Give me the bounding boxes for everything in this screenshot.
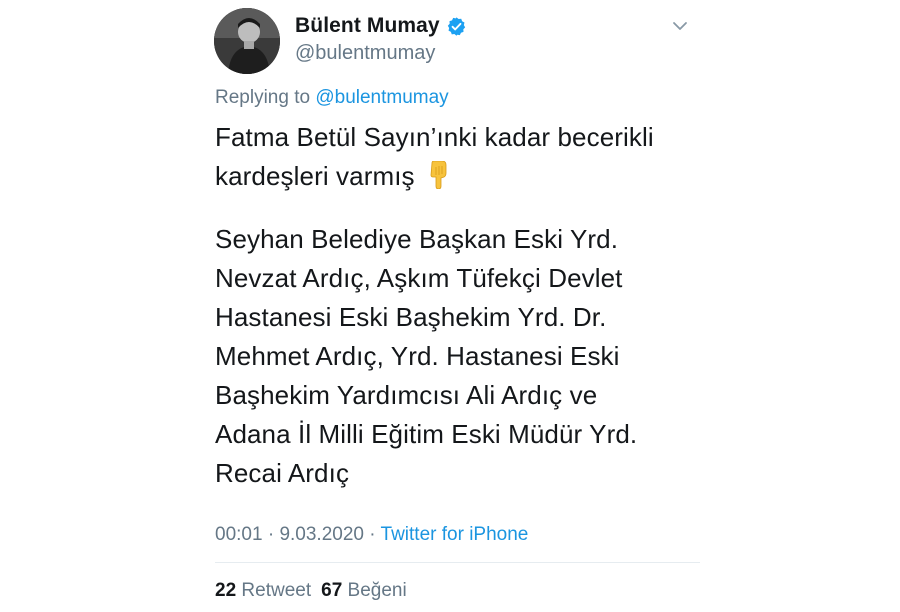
tweet-text: Fatma Betül Sayın’ınki kadar becerikli k…	[215, 118, 695, 493]
like-count: 67	[321, 580, 343, 601]
author-display-name[interactable]: Bülent Mumay	[295, 14, 440, 38]
tweet-line: Seyhan Belediye Başkan Eski Yrd.	[215, 224, 619, 254]
retweet-label: Retweet	[241, 580, 312, 601]
tweet-date[interactable]: 9.03.2020	[279, 524, 364, 545]
tweet-line: Nevzat Ardıç, Aşkım Tüfekçi Devlet	[215, 263, 623, 293]
tweet-time[interactable]: 00:01	[215, 524, 263, 545]
tweet-source-link[interactable]: Twitter for iPhone	[381, 524, 529, 545]
tweet-paragraph-1: Fatma Betül Sayın’ınki kadar becerikli k…	[215, 118, 695, 200]
divider	[215, 562, 700, 563]
reply-mention-link[interactable]: @bulentmumay	[315, 87, 448, 108]
tweet-paragraph-2: Seyhan Belediye Başkan Eski Yrd. Nevzat …	[215, 220, 695, 493]
tweet-line: Hastanesi Eski Başhekim Yrd. Dr.	[215, 302, 607, 332]
verified-badge-icon	[447, 16, 465, 36]
tweet-line: Adana İl Milli Eğitim Eski Müdür Yrd.	[215, 419, 638, 449]
tweet-line: Mehmet Ardıç, Yrd. Hastanesi Eski	[215, 341, 620, 371]
like-label: Beğeni	[347, 580, 407, 601]
tweet-stats: 22 Retweet 67 Beğeni	[215, 580, 407, 602]
tweet-line: kardeşleri varmış	[215, 161, 415, 191]
like-stat[interactable]: 67 Beğeni	[321, 580, 407, 601]
meta-separator: ·	[363, 524, 381, 545]
chevron-down-icon[interactable]	[670, 18, 690, 34]
meta-separator: ·	[262, 524, 280, 545]
user-avatar-icon	[214, 8, 280, 74]
retweet-stat[interactable]: 22 Retweet	[215, 580, 311, 601]
retweet-count: 22	[215, 580, 237, 601]
tweet-meta: 00:01 · 9.03.2020 · Twitter for iPhone	[215, 524, 528, 546]
tweet-line: Başhekim Yardımcısı Ali Ardıç ve	[215, 380, 598, 410]
author-name-row: Bülent Mumay	[295, 14, 467, 38]
tweet-line: Recai Ardıç	[215, 458, 350, 488]
author-handle[interactable]: @bulentmumay	[295, 42, 435, 65]
author-avatar[interactable]	[214, 8, 280, 74]
replying-to: Replying to @bulentmumay	[215, 87, 449, 109]
replying-to-prefix: Replying to	[215, 87, 311, 108]
tweet-line: Fatma Betül Sayın’ınki kadar becerikli	[215, 122, 654, 152]
pointing-down-hand-icon	[427, 160, 449, 200]
tweet-page: Bülent Mumay @bulentmumay Replying to @b…	[0, 0, 900, 612]
